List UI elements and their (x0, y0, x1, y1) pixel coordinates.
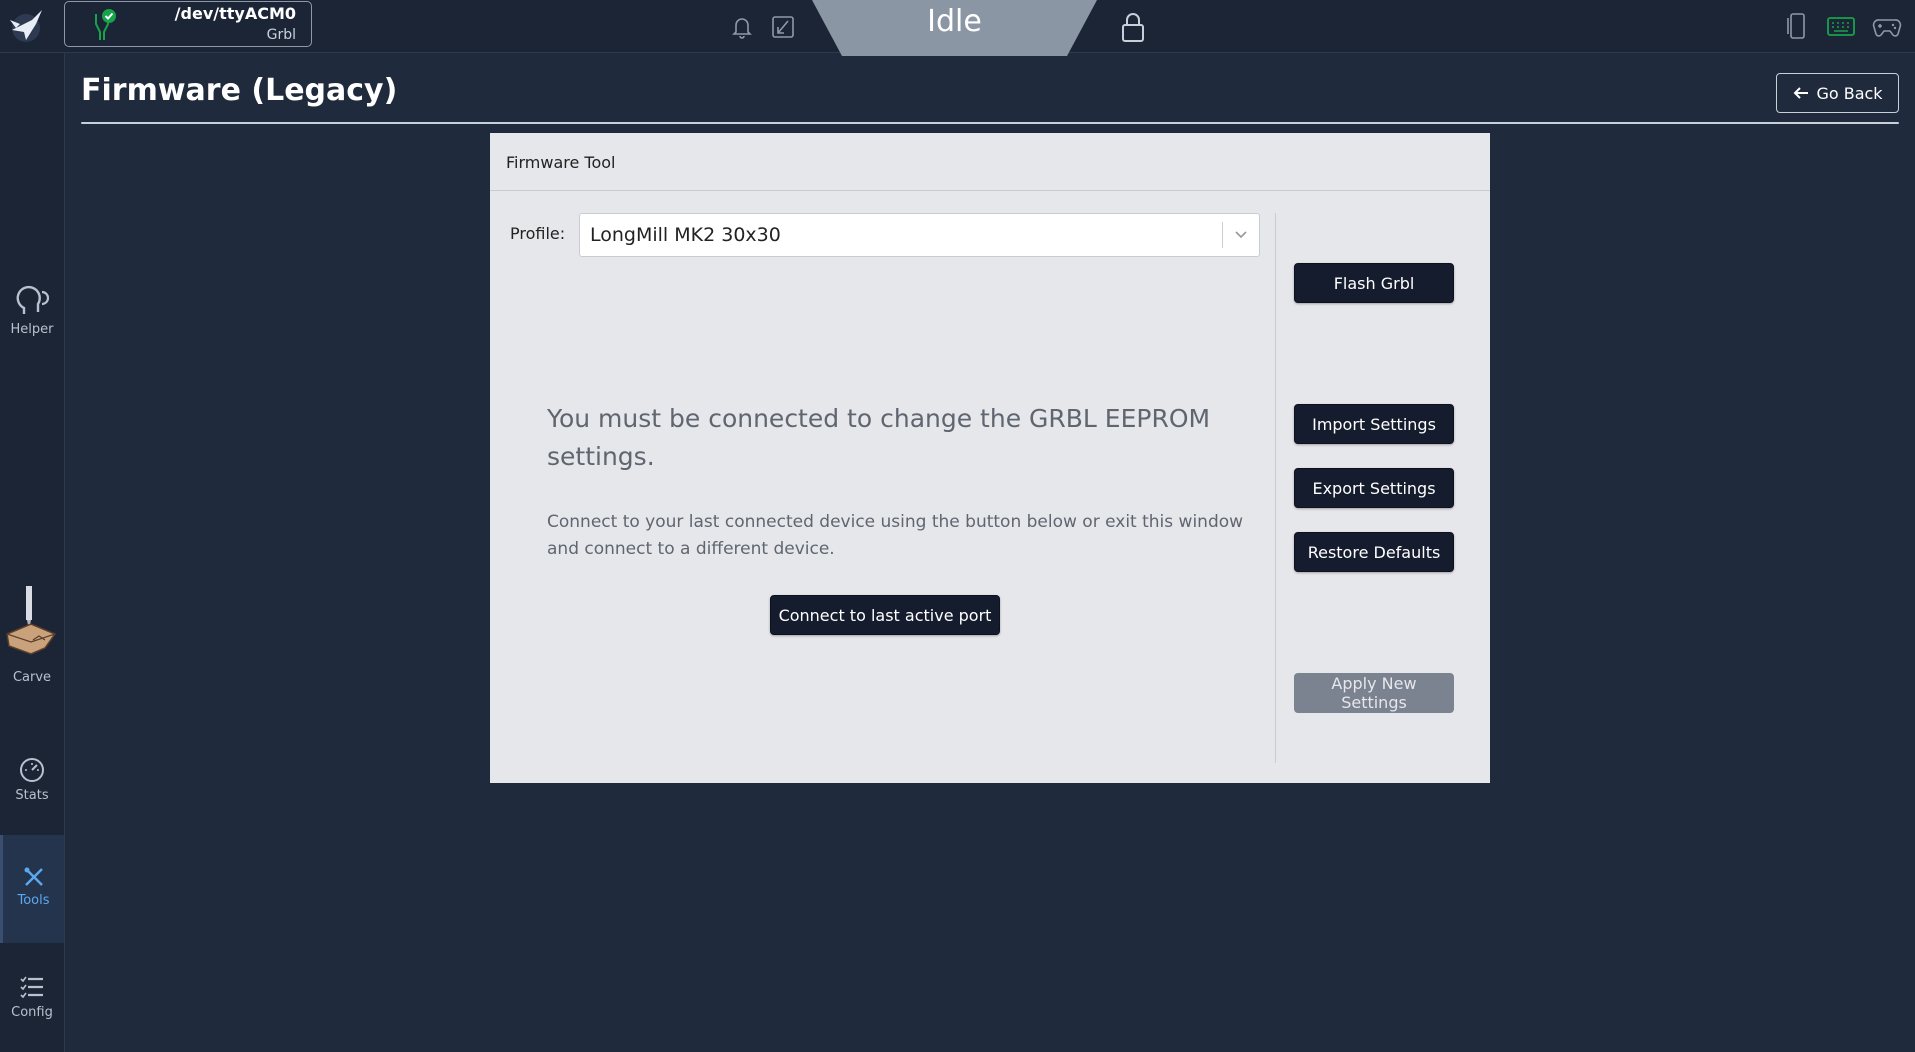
connection-required-heading: You must be connected to change the GRBL… (547, 404, 1211, 471)
sidebar-item-config[interactable]: Config (0, 973, 64, 1020)
sidebar-item-label: Carve (12, 670, 52, 685)
top-bar: /dev/ttyACM0 Grbl Idle (0, 0, 1915, 56)
profile-label: Profile: (510, 224, 566, 243)
connection-widget[interactable]: /dev/ttyACM0 Grbl (64, 1, 312, 47)
sidebar-item-helper[interactable]: Helper (0, 282, 64, 337)
sidebar-item-label: Stats (15, 788, 49, 803)
lock-icon[interactable] (1119, 10, 1147, 44)
select-separator (1222, 222, 1223, 248)
export-settings-button[interactable]: Export Settings (1294, 468, 1454, 508)
sidebar-item-tools[interactable]: Tools (0, 835, 64, 943)
gamepad-icon[interactable] (1872, 15, 1902, 39)
connection-firmware: Grbl (266, 27, 296, 43)
connect-last-port-button[interactable]: Connect to last active port (770, 595, 1000, 635)
title-divider (81, 122, 1899, 124)
app-logo-icon[interactable] (6, 6, 46, 46)
usb-connected-icon (95, 9, 116, 40)
keyboard-icon[interactable] (1826, 15, 1856, 39)
connection-port: /dev/ttyACM0 (174, 4, 296, 23)
sidebar: Helper Carve Stats Tools Config (0, 53, 65, 1052)
flash-grbl-button[interactable]: Flash Grbl (1294, 263, 1454, 303)
firmware-tool-panel: Firmware Tool Profile: LongMill MK2 30x3… (490, 133, 1490, 783)
lasers-icon[interactable] (770, 14, 796, 40)
list-settings-icon (20, 976, 43, 999)
restore-defaults-button[interactable]: Restore Defaults (1294, 532, 1454, 572)
helper-icon (16, 285, 50, 314)
carve-icon (6, 586, 57, 655)
machine-state-label: Idle (927, 4, 982, 39)
mobile-icon[interactable] (1785, 12, 1809, 40)
panel-title: Firmware Tool (490, 133, 1490, 191)
sidebar-item-carve[interactable]: Carve (0, 584, 64, 685)
panel-divider (1275, 213, 1276, 763)
tools-icon (24, 867, 43, 886)
arrow-left-icon (1794, 87, 1809, 99)
apply-new-settings-button[interactable]: Apply New Settings (1294, 673, 1454, 713)
connection-required-body: Connect to your last connected device us… (547, 512, 1244, 559)
go-back-label: Go Back (1816, 83, 1883, 103)
sidebar-item-label: Config (11, 1005, 53, 1020)
import-settings-button[interactable]: Import Settings (1294, 404, 1454, 444)
bell-icon[interactable] (729, 14, 755, 40)
chevron-down-icon[interactable] (1233, 226, 1249, 242)
profile-selected-value: LongMill MK2 30x30 (590, 224, 781, 246)
go-back-button[interactable]: Go Back (1776, 73, 1899, 113)
sidebar-item-stats[interactable]: Stats (0, 756, 64, 803)
page-title: Firmware (Legacy) (81, 73, 398, 108)
sidebar-item-label: Helper (10, 322, 54, 337)
gauge-icon (20, 758, 44, 782)
profile-select[interactable]: LongMill MK2 30x30 (579, 213, 1260, 257)
sidebar-item-label: Tools (17, 893, 50, 908)
